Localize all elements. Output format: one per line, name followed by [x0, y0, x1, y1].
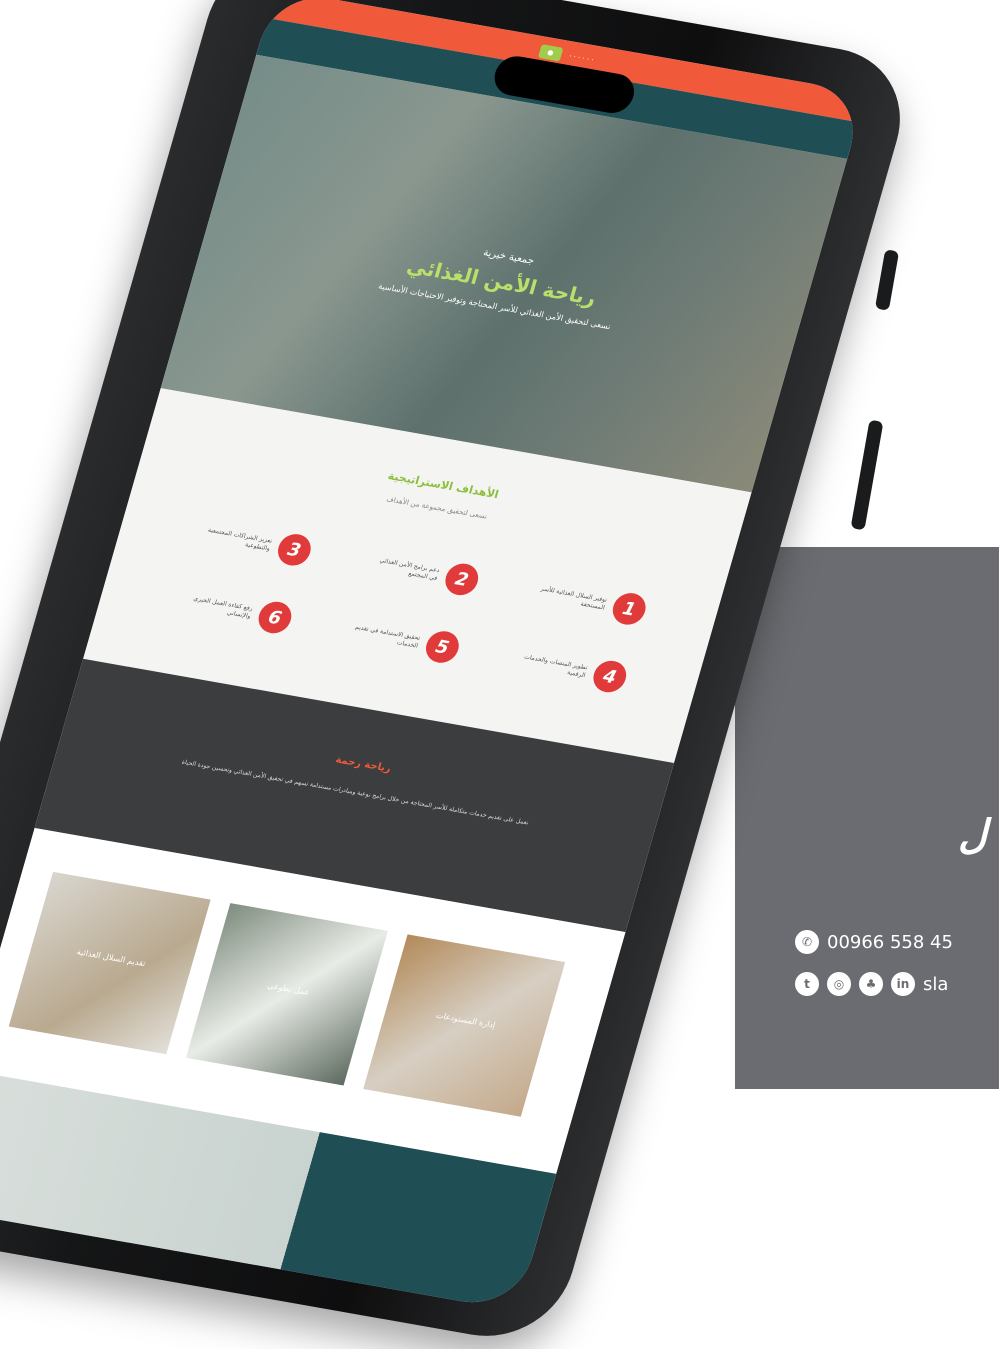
- side-button: [850, 419, 884, 531]
- photo-card[interactable]: إدارة المستودعات: [363, 934, 566, 1117]
- goal-number: 5: [422, 628, 463, 666]
- photo-caption: عمل تطوعي: [266, 980, 311, 998]
- goal-item: 1 توفير السلال الغذائية للأسر المستحقة: [532, 577, 650, 628]
- goal-number: 2: [441, 561, 482, 598]
- goal-item: 2 دعم برامج الأمن الغذائي في المجتمع: [365, 548, 482, 598]
- goal-text: تعزيز الشراكات المجتمعية والتطوعية: [207, 526, 273, 553]
- goal-item: 5 تحقيق الاستدامة في تقديم الخدمات: [345, 615, 463, 666]
- goal-text: توفير السلال الغذائية للأسر المستحقة: [539, 585, 608, 612]
- hero-title: رياحة الأمن الغذائي: [404, 253, 599, 310]
- photo-card[interactable]: عمل تطوعي: [185, 903, 388, 1086]
- top-links: · · · · · ·: [568, 52, 595, 65]
- goal-item: 3 تعزيز الشراكات المجتمعية والتطوعية: [197, 518, 315, 569]
- goal-text: تحقيق الاستدامة في تقديم الخدمات: [354, 623, 421, 650]
- goal-text: رفع كفاءة العمل الخيري والإنساني: [192, 595, 254, 621]
- goal-number: 4: [589, 658, 630, 695]
- photo-caption: تقديم السلال الغذائية: [75, 947, 147, 969]
- goal-item: 4 تطوير المنصات والخدمات الرقمية: [513, 645, 630, 695]
- photo-card[interactable]: تقديم السلال الغذائية: [8, 871, 211, 1055]
- goal-number: 1: [609, 590, 650, 628]
- goal-number: 3: [274, 531, 315, 569]
- donate-pill[interactable]: ●: [537, 44, 564, 62]
- side-button: [874, 249, 900, 311]
- phone-mockup: ● · · · · · · جمعية خيرية رياحة الأمن ال…: [0, 0, 999, 1349]
- goal-text: تطوير المنصات والخدمات الرقمية: [523, 653, 589, 680]
- photo-caption: إدارة المستودعات: [434, 1010, 497, 1030]
- goal-text: دعم برامج الأمن الغذائي في المجتمع: [378, 556, 441, 582]
- goal-number: 6: [254, 599, 296, 636]
- goal-item: 6 رفع كفاءة العمل الخيري والإنساني: [178, 586, 296, 636]
